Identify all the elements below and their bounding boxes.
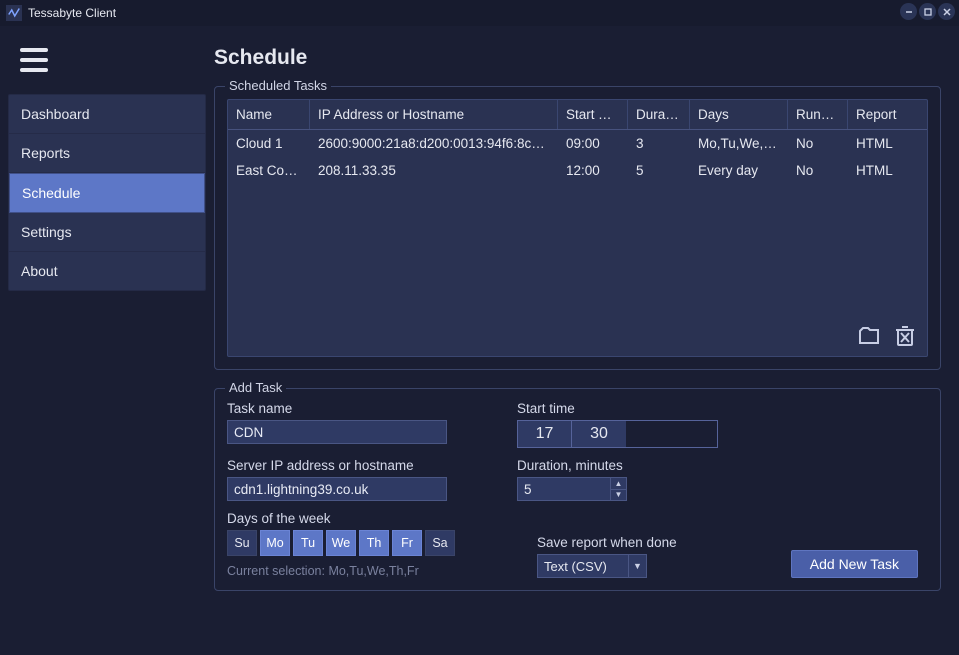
cell: East Coas... (228, 157, 310, 184)
cell: HTML (848, 130, 902, 157)
day-button-th[interactable]: Th (359, 530, 389, 556)
report-format-select[interactable]: Text (CSV) ▼ (537, 554, 647, 578)
start-minute[interactable]: 30 (572, 421, 626, 447)
col-ip[interactable]: IP Address or Hostname (310, 100, 558, 129)
day-button-we[interactable]: We (326, 530, 356, 556)
table-row[interactable]: East Coas...208.11.33.3512:005Every dayN… (228, 157, 927, 184)
cell: No (788, 130, 848, 157)
nav-item-settings[interactable]: Settings (9, 213, 205, 252)
cell: 208.11.33.35 (310, 157, 558, 184)
nav-item-dashboard[interactable]: Dashboard (9, 95, 205, 134)
days-selector: SuMoTuWeThFrSa (227, 530, 507, 556)
add-task-group-label: Add Task (225, 380, 286, 395)
minimize-button[interactable] (900, 3, 917, 20)
cell: HTML (848, 157, 902, 184)
col-days[interactable]: Days (690, 100, 788, 129)
sidebar: DashboardReportsScheduleSettingsAbout (0, 26, 214, 655)
col-name[interactable]: Name (228, 100, 310, 129)
nav-item-about[interactable]: About (9, 252, 205, 290)
nav-item-reports[interactable]: Reports (9, 134, 205, 173)
scheduled-tasks-group-label: Scheduled Tasks (225, 78, 331, 93)
days-hint: Current selection: Mo,Tu,We,Th,Fr (227, 564, 507, 578)
titlebar: Tessabyte Client (0, 0, 959, 26)
report-format-value: Text (CSV) (538, 559, 607, 574)
page-title: Schedule (214, 46, 941, 70)
add-new-task-button[interactable]: Add New Task (791, 550, 918, 578)
day-button-fr[interactable]: Fr (392, 530, 422, 556)
spinner-up-icon[interactable]: ▲ (611, 478, 626, 490)
col-start[interactable]: Start Time (558, 100, 628, 129)
cell: 5 (628, 157, 690, 184)
server-input[interactable] (227, 477, 447, 501)
folder-icon[interactable] (857, 324, 881, 348)
app-icon (6, 5, 22, 21)
day-button-su[interactable]: Su (227, 530, 257, 556)
start-time-input[interactable]: 17 30 (517, 420, 718, 448)
chevron-down-icon: ▼ (628, 555, 646, 577)
tasks-table: Name IP Address or Hostname Start Time D… (227, 99, 928, 357)
delete-icon[interactable] (893, 324, 917, 348)
server-label: Server IP address or hostname (227, 458, 507, 473)
table-row[interactable]: Cloud 12600:9000:21a8:d200:0013:94f6:8c8… (228, 130, 927, 157)
day-button-sa[interactable]: Sa (425, 530, 455, 556)
col-report[interactable]: Report (848, 100, 927, 129)
nav: DashboardReportsScheduleSettingsAbout (8, 94, 206, 291)
duration-label: Duration, minutes (517, 458, 718, 473)
start-time-label: Start time (517, 401, 718, 416)
cell: No (788, 157, 848, 184)
app-title: Tessabyte Client (28, 6, 116, 20)
duration-value: 5 (518, 482, 532, 497)
maximize-button[interactable] (919, 3, 936, 20)
days-label: Days of the week (227, 511, 507, 526)
start-hour[interactable]: 17 (518, 421, 572, 447)
cell: Mo,Tu,We,Th... (690, 130, 788, 157)
add-task-group: Add Task Task name Start time 17 30 Serv… (214, 388, 941, 591)
window-controls (900, 3, 955, 20)
cell: 12:00 (558, 157, 628, 184)
cell: Cloud 1 (228, 130, 310, 157)
cell: 09:00 (558, 130, 628, 157)
scheduled-tasks-group: Scheduled Tasks Name IP Address or Hostn… (214, 86, 941, 370)
day-button-mo[interactable]: Mo (260, 530, 290, 556)
save-report-label: Save report when done (537, 535, 677, 550)
menu-toggle-button[interactable] (20, 40, 60, 80)
cell: 2600:9000:21a8:d200:0013:94f6:8c80:0021 (310, 130, 558, 157)
task-name-input[interactable] (227, 420, 447, 444)
col-running[interactable]: Running (788, 100, 848, 129)
spinner-down-icon[interactable]: ▼ (611, 490, 626, 501)
table-header-row: Name IP Address or Hostname Start Time D… (228, 100, 927, 130)
day-button-tu[interactable]: Tu (293, 530, 323, 556)
col-duration[interactable]: Duration (628, 100, 690, 129)
main-content: Schedule Scheduled Tasks Name IP Address… (214, 26, 959, 655)
cell: Every day (690, 157, 788, 184)
task-name-label: Task name (227, 401, 507, 416)
close-button[interactable] (938, 3, 955, 20)
duration-spinner[interactable]: 5 ▲ ▼ (517, 477, 627, 501)
cell: 3 (628, 130, 690, 157)
nav-item-schedule[interactable]: Schedule (9, 173, 205, 213)
